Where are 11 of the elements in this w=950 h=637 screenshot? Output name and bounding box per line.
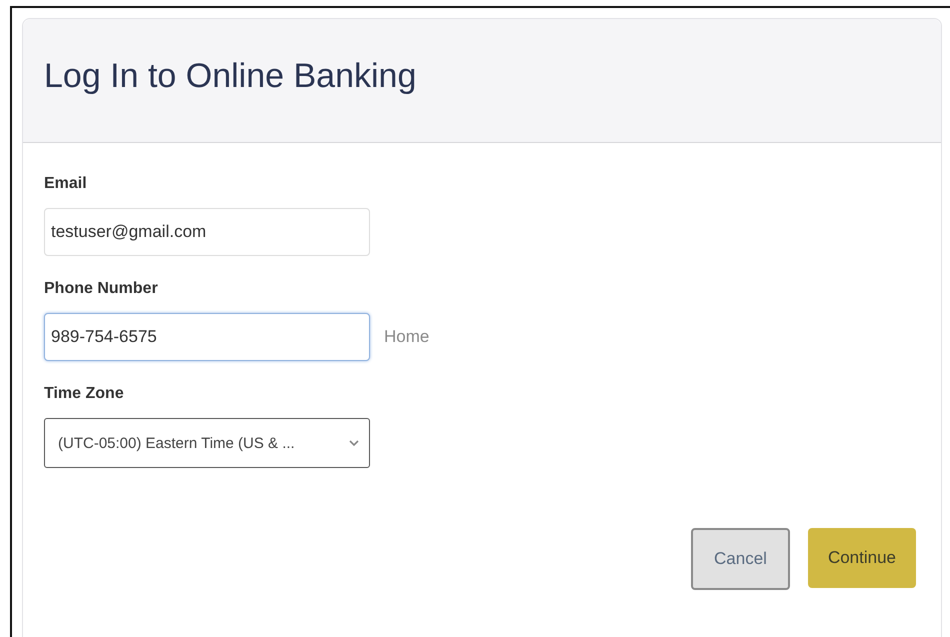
continue-button[interactable]: Continue: [808, 528, 916, 588]
time-zone-dropdown[interactable]: (UTC-05:00) Eastern Time (US & ...: [44, 418, 370, 468]
field-label: Time Zone: [44, 385, 125, 403]
input-field[interactable]: 989-754-6575: [44, 313, 370, 361]
phone-type-label: Home: [384, 327, 430, 347]
field-label: Phone Number: [44, 280, 159, 298]
field-label: Email: [44, 175, 88, 193]
cancel-button[interactable]: Cancel: [691, 528, 790, 590]
dialog-title: Log In to Online Banking: [44, 57, 416, 97]
chevron-down-icon: [349, 440, 359, 446]
input-field[interactable]: testuser@gmail.com: [44, 208, 370, 256]
